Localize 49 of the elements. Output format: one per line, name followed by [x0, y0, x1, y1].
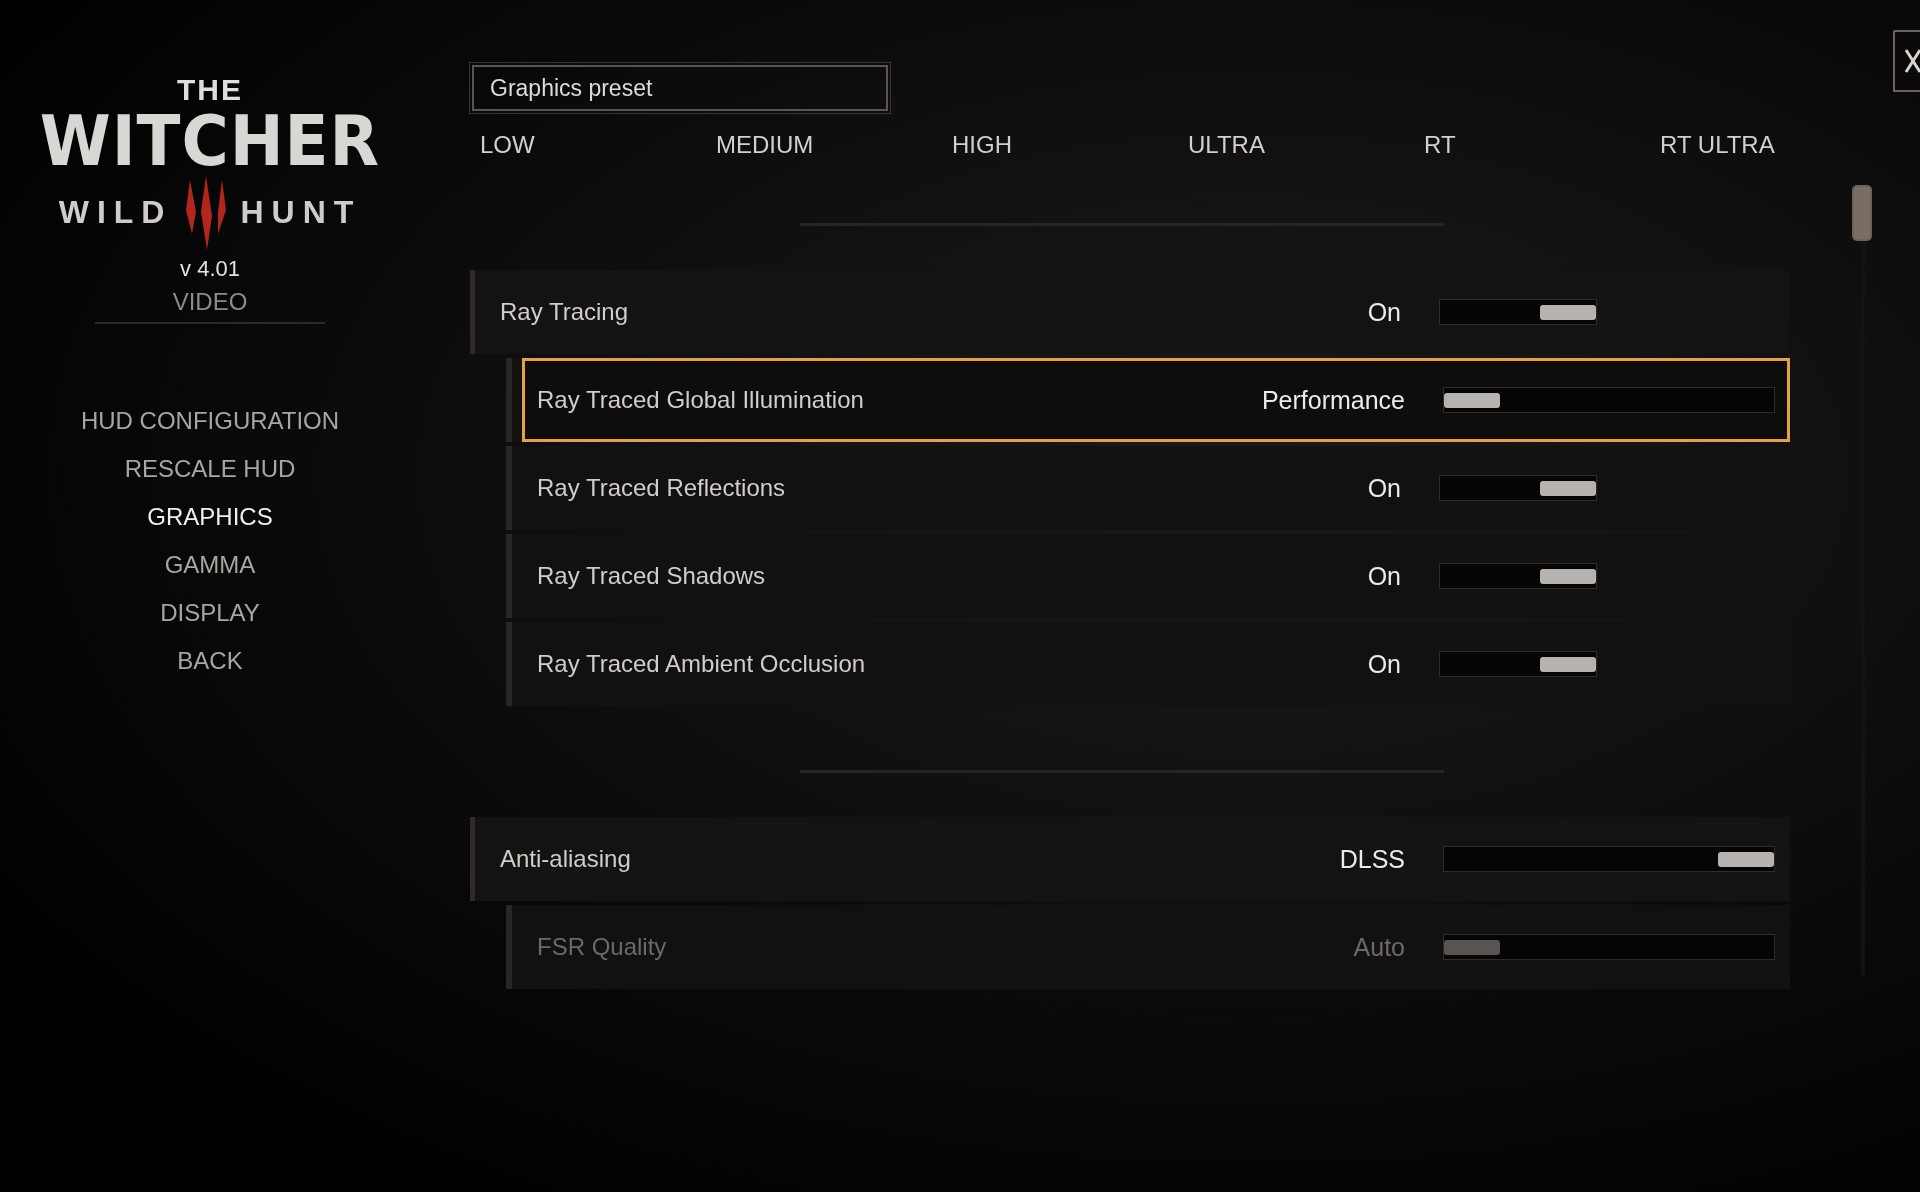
- preset-option[interactable]: HIGH: [952, 131, 1188, 159]
- setting-value: On: [1366, 473, 1401, 503]
- setting-row[interactable]: Ray Traced Global Illumination Performance: [522, 358, 1790, 442]
- setting-row[interactable]: Ray Tracing On: [475, 270, 1790, 354]
- logo-text: WITCHER: [39, 106, 381, 176]
- setting-value: On: [1366, 297, 1401, 327]
- slider-thumb[interactable]: [1540, 305, 1596, 320]
- setting-label: Ray Tracing: [500, 298, 630, 326]
- menu-item[interactable]: GRAPHICS: [147, 502, 273, 532]
- slider-thumb[interactable]: [1444, 393, 1500, 408]
- setting-value: On: [1366, 561, 1401, 591]
- setting-label: Anti-aliasing: [500, 845, 632, 873]
- slider-thumb[interactable]: [1718, 852, 1774, 867]
- slider-track[interactable]: [1439, 475, 1597, 501]
- slider-track[interactable]: [1439, 563, 1597, 589]
- menu-item[interactable]: RESCALE HUD: [124, 454, 296, 484]
- setting-value: On: [1366, 649, 1401, 679]
- slider-track[interactable]: [1443, 387, 1775, 413]
- slider-thumb[interactable]: [1540, 569, 1596, 584]
- logo-text: WILD: [58, 193, 173, 231]
- slider-thumb[interactable]: [1540, 657, 1596, 672]
- menu-item[interactable]: BACK: [177, 646, 243, 676]
- preset-option[interactable]: RT ULTRA: [1660, 131, 1780, 159]
- logo-text: HUNT: [240, 193, 362, 231]
- setting-label: Ray Traced Ambient Occlusion: [537, 650, 867, 678]
- slider-thumb[interactable]: [1540, 481, 1596, 496]
- menu-item[interactable]: DISPLAY: [160, 598, 260, 628]
- slider-track[interactable]: [1443, 846, 1775, 872]
- menu-item[interactable]: GAMMA: [164, 550, 256, 580]
- preset-option[interactable]: LOW: [480, 131, 716, 159]
- setting-label: FSR Quality: [537, 933, 668, 961]
- menu-item[interactable]: HUD CONFIGURATION: [80, 406, 340, 436]
- setting-label: Ray Traced Reflections: [537, 474, 787, 502]
- logo-text: THE: [177, 74, 243, 106]
- setting-label: Ray Traced Shadows: [537, 562, 767, 590]
- setting-value: DLSS: [1338, 844, 1405, 874]
- preset-option[interactable]: ULTRA: [1188, 131, 1424, 159]
- setting-label: Ray Traced Global Illumination: [537, 386, 865, 414]
- slider-track[interactable]: [1439, 651, 1597, 677]
- preset-option[interactable]: RT: [1424, 131, 1660, 159]
- version-label: v 4.01: [180, 256, 240, 282]
- setting-value: Performance: [1260, 385, 1405, 415]
- slider-track[interactable]: [1439, 299, 1597, 325]
- preset-option[interactable]: MEDIUM: [716, 131, 952, 159]
- close-icon[interactable]: [1892, 30, 1920, 92]
- preset-title: Graphics preset: [472, 65, 888, 111]
- section-title: VIDEO: [172, 288, 248, 316]
- setting-value: Auto: [1352, 932, 1405, 962]
- scrollbar-thumb[interactable]: [1852, 185, 1872, 241]
